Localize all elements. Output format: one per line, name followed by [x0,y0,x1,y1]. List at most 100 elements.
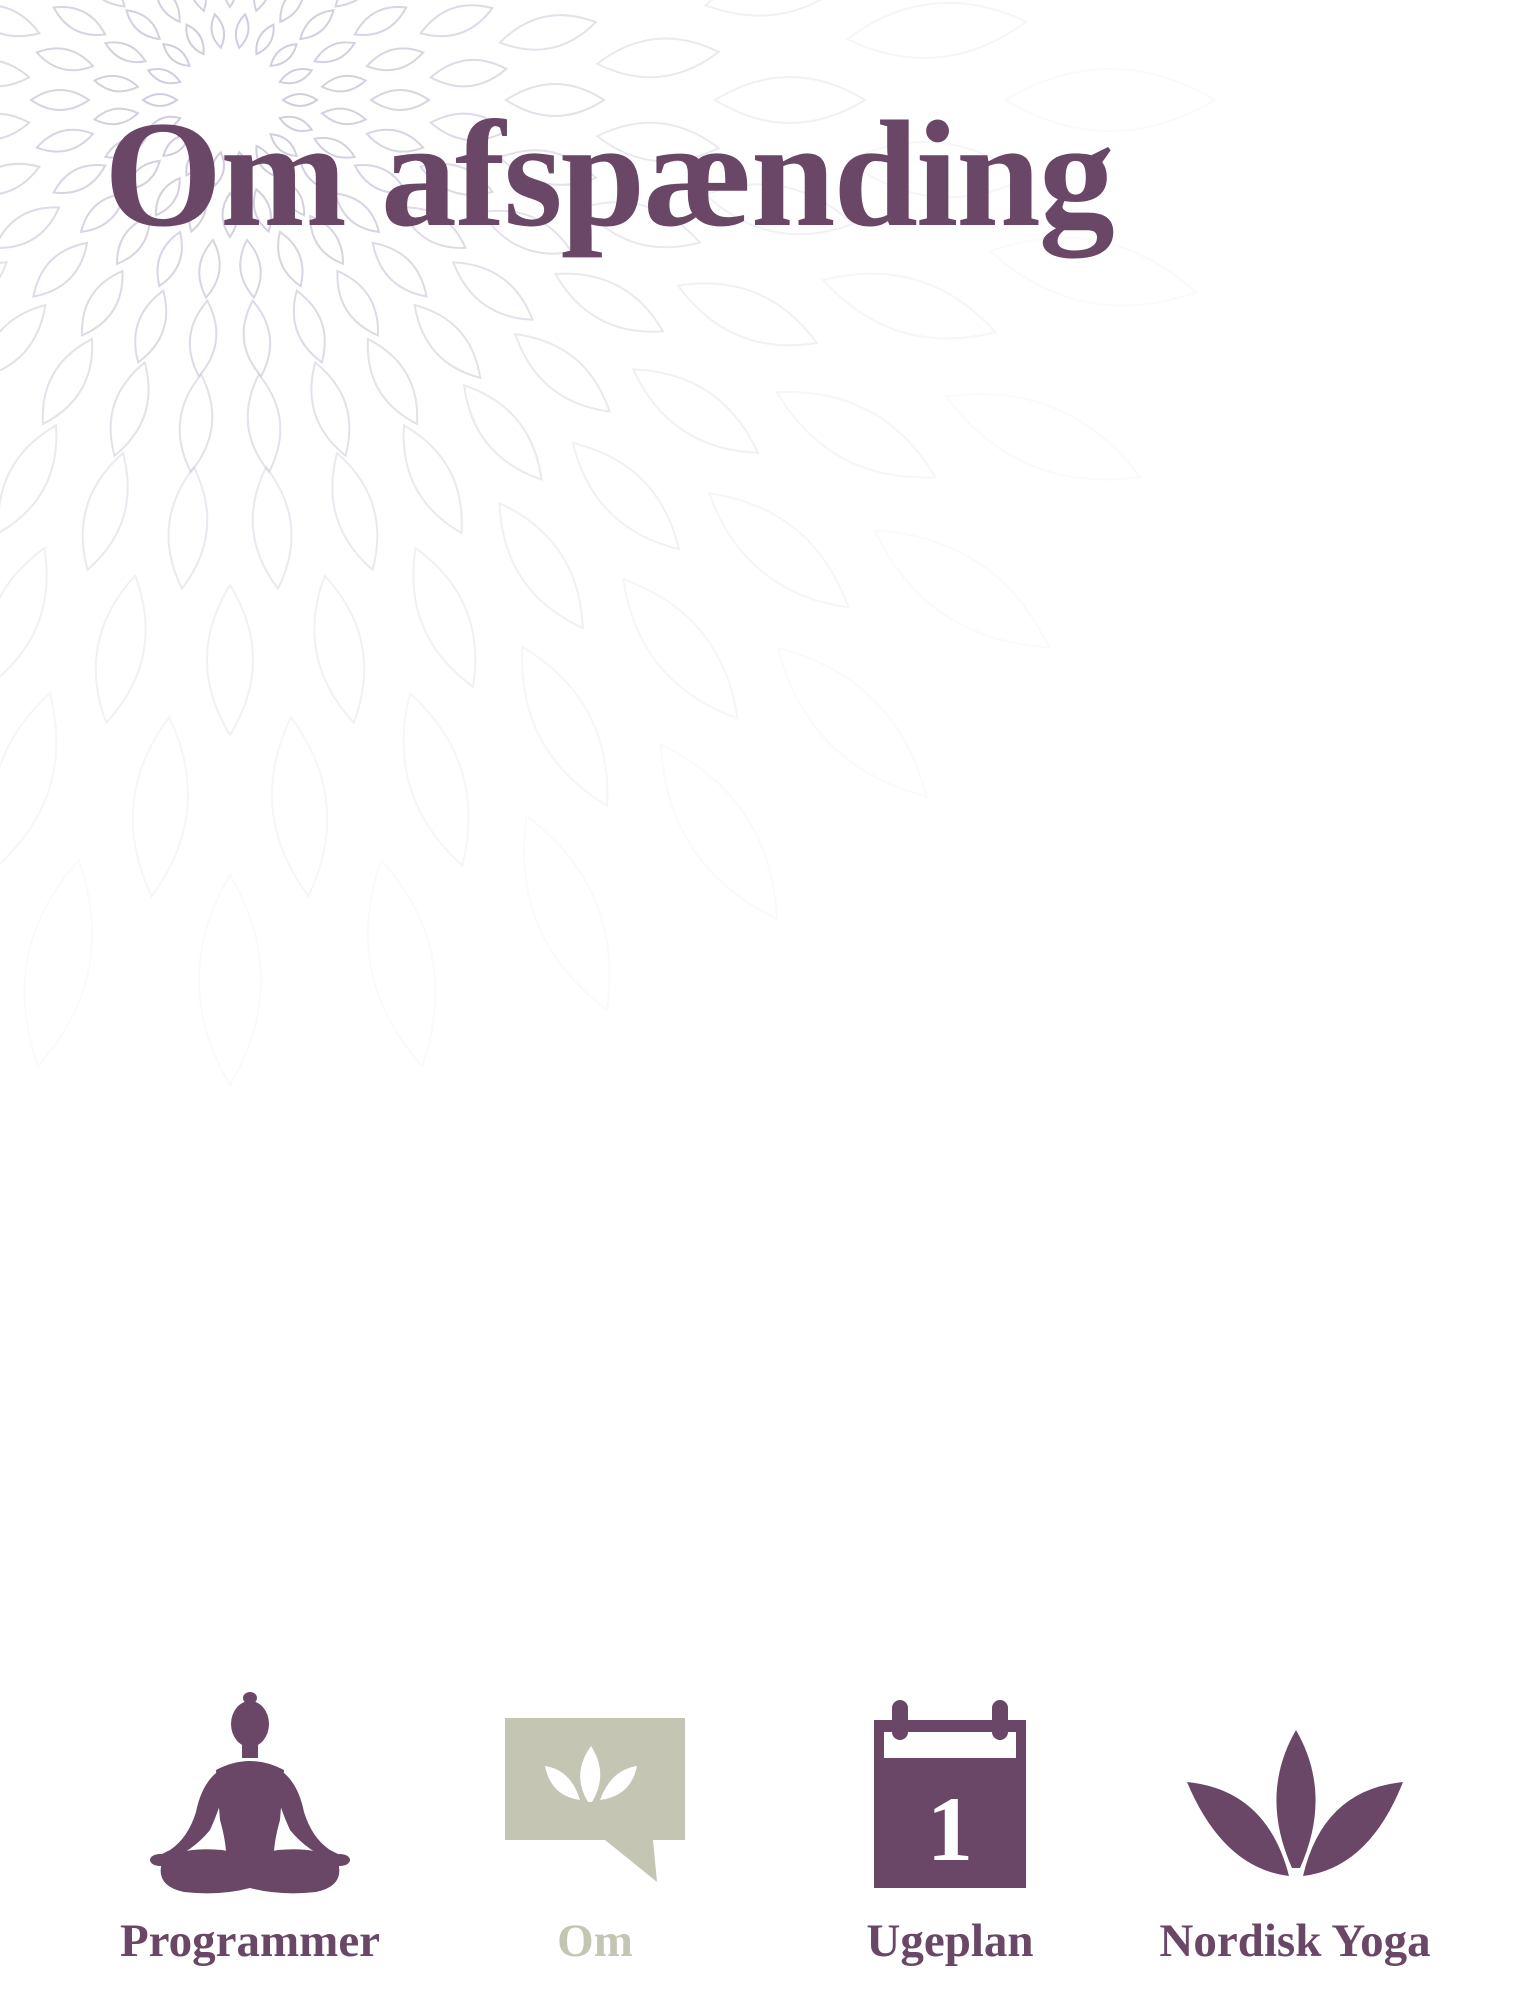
petal-outline [334,0,381,8]
petal-outline [32,241,89,298]
tab-label-om: Om [557,1915,633,1967]
petal-outline [476,0,579,2]
petal-outline [146,67,182,85]
petal-outline [418,4,495,38]
petal-outline [292,288,326,365]
petal-outline [178,372,214,474]
lotus-icon [1185,1690,1405,1910]
petal-outline [271,715,329,899]
tab-om[interactable]: Om [450,1690,740,1980]
calendar-icon: 1 [840,1690,1060,1910]
petal-outline [0,206,61,249]
petal-outline [312,41,357,64]
petal-outline [167,465,209,591]
petal-outline [775,391,938,479]
petal-outline [279,0,306,24]
petal-outline [188,298,218,379]
petal-outline [365,47,425,72]
petal-outline [402,691,470,868]
petal-outline [0,162,42,196]
tab-label-ugeplan: Ugeplan [866,1915,1034,1967]
petal-outline [523,814,611,1012]
petal-outline [252,0,272,13]
petal-outline [821,272,998,340]
petal-outline [41,337,94,426]
petal-outline [659,742,779,921]
tab-nordisk-yoga[interactable]: Nordisk Yoga [1130,1690,1460,1980]
petal-outline [521,645,609,808]
petal-outline [595,37,721,79]
petal-outline [462,383,543,481]
petal-outline [707,492,850,609]
petal-outline [0,112,32,142]
petal-outline [242,298,272,379]
petal-outline [162,42,191,68]
petal-outline [35,47,95,72]
petal-outline [0,261,9,321]
petal-outline [79,0,126,8]
page-title: Om afspænding [104,90,1115,258]
petal-outline [81,269,124,337]
petal-outline [52,164,107,194]
tab-ugeplan[interactable]: 1 Ugeplan [800,1690,1100,1980]
petal-outline [134,288,168,365]
petal-outline [944,393,1142,481]
petal-outline [451,261,535,321]
petal-outline [52,6,107,36]
petal-outline [366,337,419,426]
petal-outline [0,691,58,868]
petal-outline [366,858,437,1069]
petal-outline [428,58,509,88]
petal-outline [210,12,226,50]
petal-outline [498,501,584,630]
petal-outline [412,546,477,689]
petal-outline [553,272,665,333]
petal-outline [402,423,463,535]
petal-outline [278,67,314,85]
petal-outline [0,423,58,535]
petal-outline [310,360,351,458]
petal-outline [631,368,760,454]
petal-outline [125,9,162,41]
petal-outline [622,577,739,720]
petal-outline [703,0,855,17]
petal-outline [154,0,181,24]
petal-outline [251,465,293,591]
petal-outline [513,332,611,413]
petal-outline [94,573,147,725]
meditation-pose-icon [140,1690,360,1910]
petal-outline [0,373,11,491]
petal-outline [0,546,48,689]
petal-outline [394,0,472,4]
petal-outline [0,0,66,4]
tab-label-programmer: Programmer [119,1915,381,1967]
petal-outline [336,269,379,337]
tab-bar: Programmer Om 1 Ugeplan Nordisk Yoga [0,1690,1536,1990]
lotus-speech-bubble-icon [485,1690,705,1910]
petal-outline [676,282,819,347]
petal-outline [498,14,598,51]
petal-outline [29,89,91,111]
petal-outline [776,646,928,798]
petal-outline [255,23,275,56]
petal-outline [206,583,254,737]
petal-outline [234,12,250,50]
petal-outline [198,873,262,1087]
petal-outline [298,9,335,41]
petal-outline [103,41,148,64]
petal-outline [578,0,706,11]
petal-outline [0,4,42,38]
petal-outline [81,451,129,572]
petal-outline [0,303,47,380]
calendar-day-number: 1 [927,1778,973,1880]
petal-outline [185,23,205,56]
petal-outline [246,372,282,474]
petal-outline [353,6,408,36]
petal-outline [872,529,1051,649]
tab-label-nordisk-yoga: Nordisk Yoga [1159,1915,1431,1967]
tab-programmer[interactable]: Programmer [90,1690,410,1980]
petal-outline [0,58,32,88]
petal-outline [188,0,208,13]
petal-outline [221,0,239,9]
petal-outline [109,360,150,458]
